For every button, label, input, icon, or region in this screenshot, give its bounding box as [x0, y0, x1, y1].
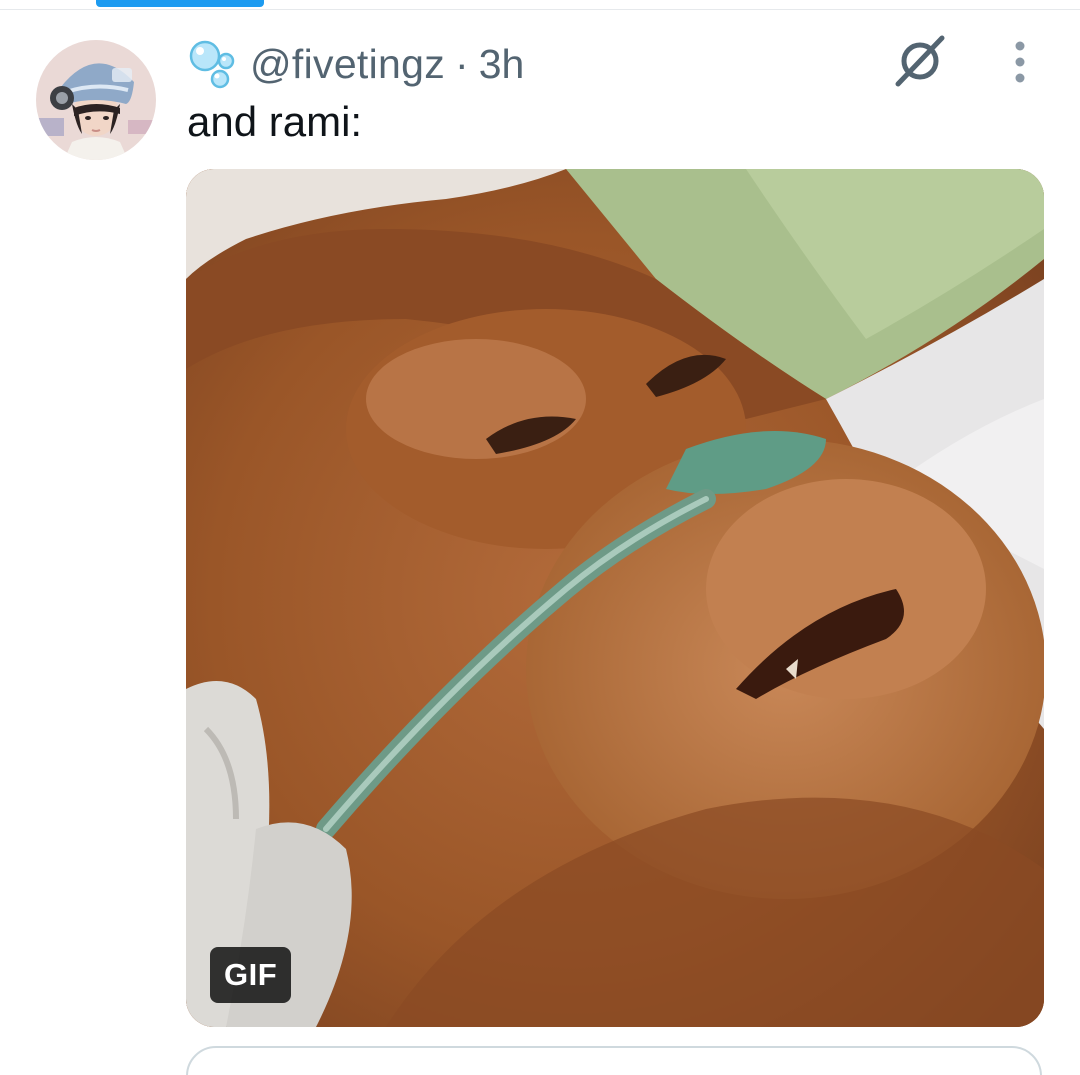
active-tab-indicator	[96, 0, 264, 7]
tweet-header: @fivetingz · 3h	[186, 36, 524, 92]
embedded-card[interactable]	[186, 1046, 1042, 1075]
avatar[interactable]	[36, 40, 156, 160]
grok-button[interactable]	[888, 32, 952, 92]
tweet-page: @fivetingz · 3h and rami: GIF	[0, 0, 1080, 1075]
bubbles-icon	[186, 37, 240, 91]
separator-dot: ·	[455, 40, 469, 87]
top-divider	[0, 9, 1080, 10]
tweet-text: and rami:	[187, 98, 363, 145]
more-options-button[interactable]	[996, 40, 1044, 88]
grok-icon	[890, 30, 950, 95]
author-handle[interactable]: @fivetingz	[250, 41, 445, 88]
tweet-timestamp[interactable]: 3h	[479, 41, 525, 88]
gif-media[interactable]: GIF	[186, 169, 1044, 1027]
gif-badge: GIF	[210, 947, 292, 1003]
gif-image	[186, 169, 1044, 1027]
more-vertical-icon	[1010, 40, 1030, 89]
